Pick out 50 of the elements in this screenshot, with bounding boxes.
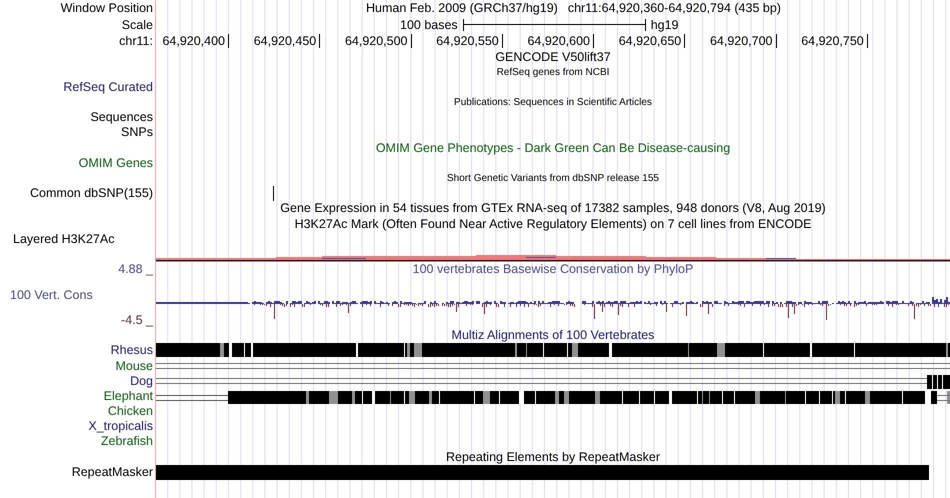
ruler-tick-label: 64,920,750 xyxy=(801,34,864,49)
track-title: RefSeq genes from NCBI xyxy=(496,66,610,78)
track-label[interactable]: RepeatMasker xyxy=(72,464,153,479)
ruler-tick-label: 64,920,550 xyxy=(436,34,499,49)
axis-min-label: -4.5 _ xyxy=(120,313,153,328)
track-label[interactable]: OMIM Genes xyxy=(78,156,153,170)
ruler-tick xyxy=(410,34,412,48)
ruler-tick xyxy=(319,34,320,48)
track-label[interactable]: Common dbSNP(155) xyxy=(30,186,153,200)
track-label[interactable]: Elephant xyxy=(104,388,153,403)
ruler-tick xyxy=(684,34,686,48)
track-label[interactable]: Chicken xyxy=(108,404,153,418)
ruler-tick xyxy=(502,34,503,48)
track-label[interactable]: 100 Vert. Cons xyxy=(0,288,153,303)
track-label[interactable]: X_tropicalis xyxy=(88,419,153,434)
ruler-tick-label: 64,920,400 xyxy=(162,34,225,49)
ruler-tick-label: 64,920,650 xyxy=(618,34,682,49)
assembly-text: Human Feb. 2009 (GRCh37/hg19) xyxy=(366,0,558,16)
track-label[interactable]: SNPs xyxy=(121,125,153,140)
ruler-tick-label: 64,920,450 xyxy=(254,34,316,49)
track-title: Gene Expression in 54 tissues from GTEx RNA-seq of 17382 samples, 948 donors (V8, Aug 2019) xyxy=(280,201,826,216)
track-title: H3K27Ac Mark (Often Found Near Active Regulatory Elements) on 7 cell lines from ENCODE xyxy=(294,216,812,231)
track-label: Scale xyxy=(122,18,153,32)
track-title: Publications: Sequences in Scientific Articles xyxy=(454,97,652,108)
track-label[interactable]: Sequences xyxy=(90,110,153,124)
track-label: chr11: xyxy=(119,34,153,48)
ruler-tick-label: 64,920,500 xyxy=(344,34,408,49)
track-label[interactable]: Zebrafish xyxy=(100,434,153,448)
ruler-tick xyxy=(593,34,594,48)
position-text: chr11:64,920,360-64,920,794 (435 bp) xyxy=(568,0,781,16)
track-label[interactable]: RefSeq Curated xyxy=(63,80,153,94)
scale-length: 100 bases xyxy=(400,16,458,33)
track-title: GENCODE V50lift37 xyxy=(495,50,611,64)
track-label: Window Position xyxy=(60,1,153,15)
track-title: Multiz Alignments of 100 Vertebrates xyxy=(452,328,654,342)
track-title: OMIM Gene Phenotypes - Dark Green Can Be Disease-causing xyxy=(376,140,730,155)
track-label[interactable]: Dog xyxy=(130,374,153,388)
track-title: Repeating Elements by RepeatMasker xyxy=(446,450,660,464)
track-title: Short Genetic Variants from dbSNP release 155 xyxy=(447,173,659,184)
track-label[interactable]: Layered H3K27Ac xyxy=(13,232,114,246)
track-label[interactable]: Mouse xyxy=(115,358,153,373)
ruler-tick xyxy=(866,34,868,48)
snp-mark xyxy=(273,186,274,202)
axis-max-label: 4.88 _ xyxy=(117,262,153,278)
track-label[interactable]: Rhesus xyxy=(110,343,153,358)
scale-assembly: hg19 xyxy=(650,16,678,33)
ruler-tick-label: 64,920,600 xyxy=(527,34,590,49)
track-title: 100 vertebrates Basewise Conservation by PhyloP xyxy=(412,262,694,276)
ruler-tick-label: 64,920,700 xyxy=(710,34,772,49)
ruler-tick xyxy=(228,34,229,48)
